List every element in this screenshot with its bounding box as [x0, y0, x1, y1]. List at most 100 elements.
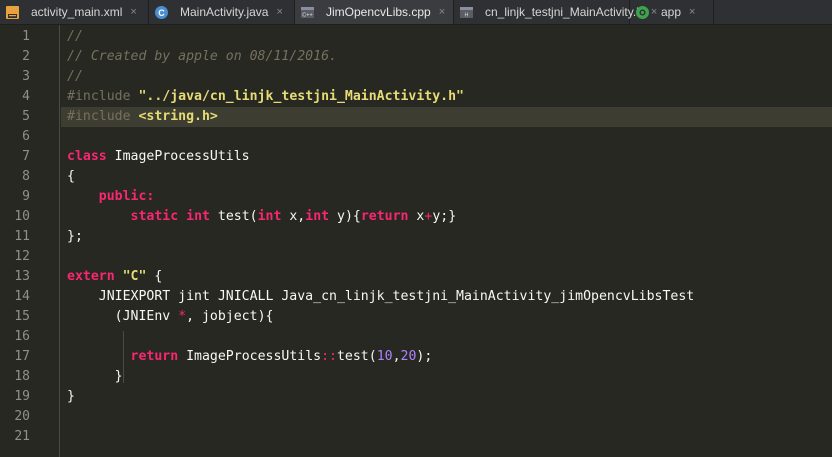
code-line[interactable]: { [61, 167, 832, 187]
line-number: 1 [22, 29, 30, 44]
code-token: y){ [329, 209, 361, 224]
code-line[interactable]: extern "C" { [61, 267, 832, 287]
line-number: 18 [14, 369, 30, 384]
code-token: } [67, 389, 75, 404]
current-code-line[interactable]: #include <string.h> [61, 107, 832, 127]
line-number: 13 [14, 269, 30, 284]
code-token: // Created by apple on 08/11/2016. [67, 49, 337, 64]
tab-app[interactable]: app × [630, 0, 714, 24]
code-line[interactable]: return ImageProcessUtils::test(10,20); [61, 347, 832, 367]
code-token: extern [67, 269, 115, 284]
line-number: 19 [14, 389, 30, 404]
code-token: test( [209, 209, 258, 224]
svg-text:C: C [158, 7, 165, 17]
code-text: }; [67, 227, 83, 247]
code-token: ImageProcessUtils [178, 349, 322, 364]
line-number: 4 [22, 89, 30, 104]
code-line[interactable]: class ImageProcessUtils [61, 147, 832, 167]
code-line[interactable] [61, 407, 832, 427]
code-text: public: [67, 187, 155, 207]
code-line[interactable] [61, 127, 832, 147]
code-line[interactable]: // Created by apple on 08/11/2016. [61, 47, 832, 67]
tab-jimopencvlibs-cpp[interactable]: C++ JimOpencvLibs.cpp × [295, 0, 454, 24]
code-token: return [130, 349, 179, 364]
code-line[interactable]: JNIEXPORT jint JNICALL Java_cn_linjk_tes… [61, 287, 832, 307]
code-text: // Created by apple on 08/11/2016. [67, 47, 337, 67]
tab-activity-main-xml[interactable]: activity_main.xml × [0, 0, 149, 24]
code-area[interactable]: // // Created by apple on 08/11/2016. // #i… [61, 25, 832, 457]
code-text: } [67, 367, 123, 387]
close-icon[interactable]: × [130, 6, 136, 18]
close-icon[interactable]: × [439, 6, 445, 18]
code-text: // [67, 27, 83, 47]
tab-label: MainActivity.java [180, 5, 269, 19]
code-text: (JNIEnv *, jobject){ [67, 307, 274, 327]
code-line[interactable]: public: [61, 187, 832, 207]
code-text: static int test(int x,int y){return x+y;… [67, 207, 457, 227]
code-line[interactable] [61, 427, 832, 447]
code-line[interactable]: } [61, 387, 832, 407]
code-token: y;} [432, 209, 457, 224]
code-line[interactable]: static int test(int x,int y){return x+y;… [61, 207, 832, 227]
code-token: int [257, 209, 282, 224]
code-text: // [67, 67, 83, 87]
line-number: 21 [14, 429, 30, 444]
line-number: 16 [14, 329, 30, 344]
line-number: 20 [14, 409, 30, 424]
code-token: class [67, 149, 107, 164]
code-token: return [360, 209, 409, 224]
line-number: 3 [22, 69, 30, 84]
code-token: x, [281, 209, 306, 224]
line-number: 11 [14, 229, 30, 244]
code-token: :: [321, 349, 337, 364]
header-file-icon: H [459, 5, 474, 20]
code-editor[interactable]: 1 2 3 4 5 6 7 8 9 10 11 12 13 14 15 16 17 18 19 20 21 //// C… [0, 25, 832, 457]
code-token: #include [67, 109, 139, 124]
line-number: 2 [22, 49, 30, 64]
code-line[interactable]: (JNIEnv *, jobject){ [61, 307, 832, 327]
code-line[interactable]: // [61, 67, 832, 87]
tab-label: activity_main.xml [31, 5, 123, 19]
close-icon[interactable]: × [689, 6, 695, 18]
tab-label: app [661, 5, 682, 19]
code-token: { [67, 169, 75, 184]
code-line[interactable]: }; [61, 227, 832, 247]
android-module-icon [635, 5, 650, 20]
line-number: 5 [22, 109, 30, 124]
code-line[interactable]: } [61, 367, 832, 387]
code-text: { [67, 167, 75, 187]
close-icon[interactable]: × [276, 6, 282, 18]
tab-mainactivity-java[interactable]: C MainActivity.java × [149, 0, 295, 24]
code-text: #include "../java/cn_linjk_testjni_MainA… [67, 87, 464, 107]
tab-cn-linjk-testjni-mainactivity-h[interactable]: Hcn_linjk_testjni_MainActivity.h × [454, 0, 657, 24]
code-token: test( [336, 349, 377, 364]
editor-tab-bar: activity_main.xml × C MainActivity.java × C++… [0, 0, 832, 25]
code-token: public: [98, 189, 155, 204]
code-text: return ImageProcessUtils::test(10,20); [67, 347, 433, 367]
code-token: // [67, 29, 83, 44]
code-token: } [67, 369, 123, 384]
code-line[interactable] [61, 327, 832, 347]
code-line[interactable] [61, 247, 832, 267]
code-token: (JNIEnv [67, 309, 179, 324]
code-token: 10 [376, 349, 393, 364]
tab-label: cn_linjk_testjni_MainActivity.h [485, 5, 643, 19]
code-token: <string.h> [138, 109, 218, 124]
code-token: 20 [400, 349, 417, 364]
line-number: 17 [14, 349, 30, 364]
code-token: #include [67, 89, 139, 104]
xml-file-icon [5, 5, 20, 20]
code-token: // [67, 69, 83, 84]
code-token: { [146, 269, 163, 284]
java-class-icon: C [154, 5, 169, 20]
svg-text:C++: C++ [302, 12, 312, 18]
code-line[interactable]: #include "../java/cn_linjk_testjni_MainA… [61, 87, 832, 107]
code-token: ); [416, 349, 433, 364]
code-token: static [130, 209, 179, 224]
code-line[interactable]: // [61, 27, 832, 47]
code-token: int [305, 209, 330, 224]
line-number: 7 [22, 149, 30, 164]
